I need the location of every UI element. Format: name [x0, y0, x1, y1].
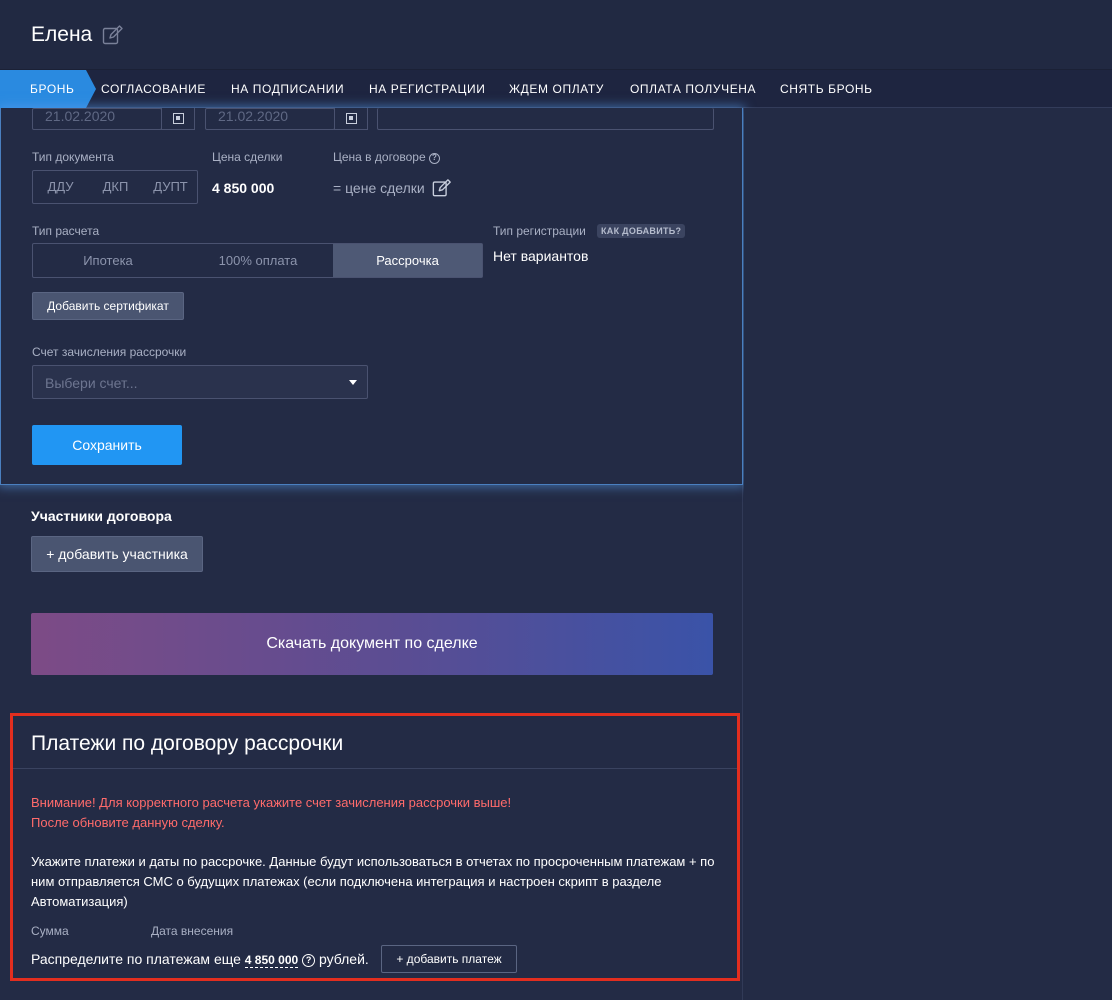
distribute-remaining-text: Распределите по платежам еще 4 850 000 ?… [31, 951, 369, 968]
add-certificate-button[interactable]: Добавить сертификат [32, 292, 184, 320]
payment-type-ipoteka[interactable]: Ипотека [33, 244, 183, 277]
column-sum-label: Сумма [31, 924, 69, 938]
payment-type-full[interactable]: 100% оплата [183, 244, 333, 277]
calendar-icon[interactable] [334, 108, 368, 130]
divider [13, 768, 737, 769]
date-input-1[interactable]: 21.02.2020 [32, 108, 162, 130]
deal-form-panel: 21.02.2020 21.02.2020 Тип документа ДДУ … [0, 108, 743, 485]
tab-soglasovanie[interactable]: СОГЛАСОВАНИЕ [101, 70, 206, 108]
warning-line-1: Внимание! Для корректного расчета укажит… [31, 795, 512, 810]
how-to-add-badge[interactable]: КАК ДОБАВИТЬ? [597, 224, 686, 238]
save-button[interactable]: Сохранить [32, 425, 182, 465]
participants-title: Участники договора [31, 508, 172, 524]
tab-oplata-poluchena[interactable]: ОПЛАТА ПОЛУЧЕНА [630, 70, 756, 108]
pencil-square-icon[interactable] [432, 178, 452, 198]
page-header: Елена [0, 0, 1112, 70]
column-date-label: Дата внесения [151, 924, 234, 938]
doc-type-ddu[interactable]: ДДУ [33, 171, 88, 203]
reg-type-label: Тип регистрации [493, 224, 586, 238]
tab-snyat-bron[interactable]: СНЯТЬ БРОНЬ [780, 70, 873, 108]
deal-client-name: Елена [31, 23, 93, 46]
installment-account-label: Счет зачисления рассрочки [32, 345, 187, 359]
doc-type-label: Тип документа [32, 150, 114, 164]
calendar-icon[interactable] [161, 108, 195, 130]
caret-down-icon [349, 380, 357, 385]
text-input[interactable] [377, 108, 714, 130]
question-icon[interactable]: ? [428, 153, 440, 164]
payments-description: Укажите платежи и даты по рассрочке. Дан… [31, 854, 715, 909]
doc-type-dupt[interactable]: ДУПТ [143, 171, 198, 203]
download-document-button[interactable]: Скачать документ по сделке [31, 613, 713, 675]
installment-account-select[interactable]: Выбери счет... [32, 365, 368, 399]
pencil-square-icon[interactable] [102, 24, 124, 46]
date-input-2[interactable]: 21.02.2020 [205, 108, 335, 130]
tab-bron[interactable]: БРОНЬ [0, 70, 96, 108]
add-payment-button[interactable]: + добавить платеж [381, 945, 517, 973]
payments-title: Платежи по договору рассрочки [31, 732, 344, 755]
tab-na-podpisanii[interactable]: НА ПОДПИСАНИИ [231, 70, 344, 108]
deal-price-label: Цена сделки [212, 150, 283, 164]
deal-status-tabs: БРОНЬ СОГЛАСОВАНИЕ НА ПОДПИСАНИИ НА РЕГИ… [0, 70, 1112, 108]
installment-payments-section: Платежи по договору рассрочки Внимание! … [10, 713, 740, 981]
doc-type-dkp[interactable]: ДКП [88, 171, 143, 203]
warning-line-2: После обновите данную сделку. [31, 815, 225, 830]
contract-price-value: = цене сделки [333, 180, 425, 196]
right-panel [744, 108, 1112, 1000]
deal-price-value: 4 850 000 [212, 180, 275, 196]
reg-type-value: Нет вариантов [493, 248, 589, 264]
deal-main-column: 21.02.2020 21.02.2020 Тип документа ДДУ … [0, 108, 743, 1000]
distribute-suffix: рублей. [318, 951, 369, 967]
date-input-1-value: 21.02.2020 [45, 108, 116, 124]
installment-account-placeholder: Выбери счет... [45, 375, 138, 391]
distribute-amount: 4 850 000 [244, 953, 299, 968]
contract-price-label: Цена в договоре ? [333, 150, 440, 164]
distribute-prefix: Распределите по платежам еще [31, 951, 241, 967]
tab-zhdem-oplatu[interactable]: ЖДЕМ ОПЛАТУ [509, 70, 604, 108]
payment-type-installment[interactable]: Рассрочка [333, 244, 482, 277]
question-icon[interactable]: ? [302, 954, 316, 967]
tab-na-registratsii[interactable]: НА РЕГИСТРАЦИИ [369, 70, 485, 108]
contract-price-label-text: Цена в договоре [333, 150, 426, 164]
payment-type-selector: Ипотека 100% оплата Рассрочка [32, 243, 483, 278]
doc-type-selector: ДДУ ДКП ДУПТ [32, 170, 198, 204]
date-input-2-value: 21.02.2020 [218, 108, 289, 124]
add-participant-button[interactable]: + добавить участника [31, 536, 203, 572]
payment-type-label: Тип расчета [32, 224, 100, 238]
